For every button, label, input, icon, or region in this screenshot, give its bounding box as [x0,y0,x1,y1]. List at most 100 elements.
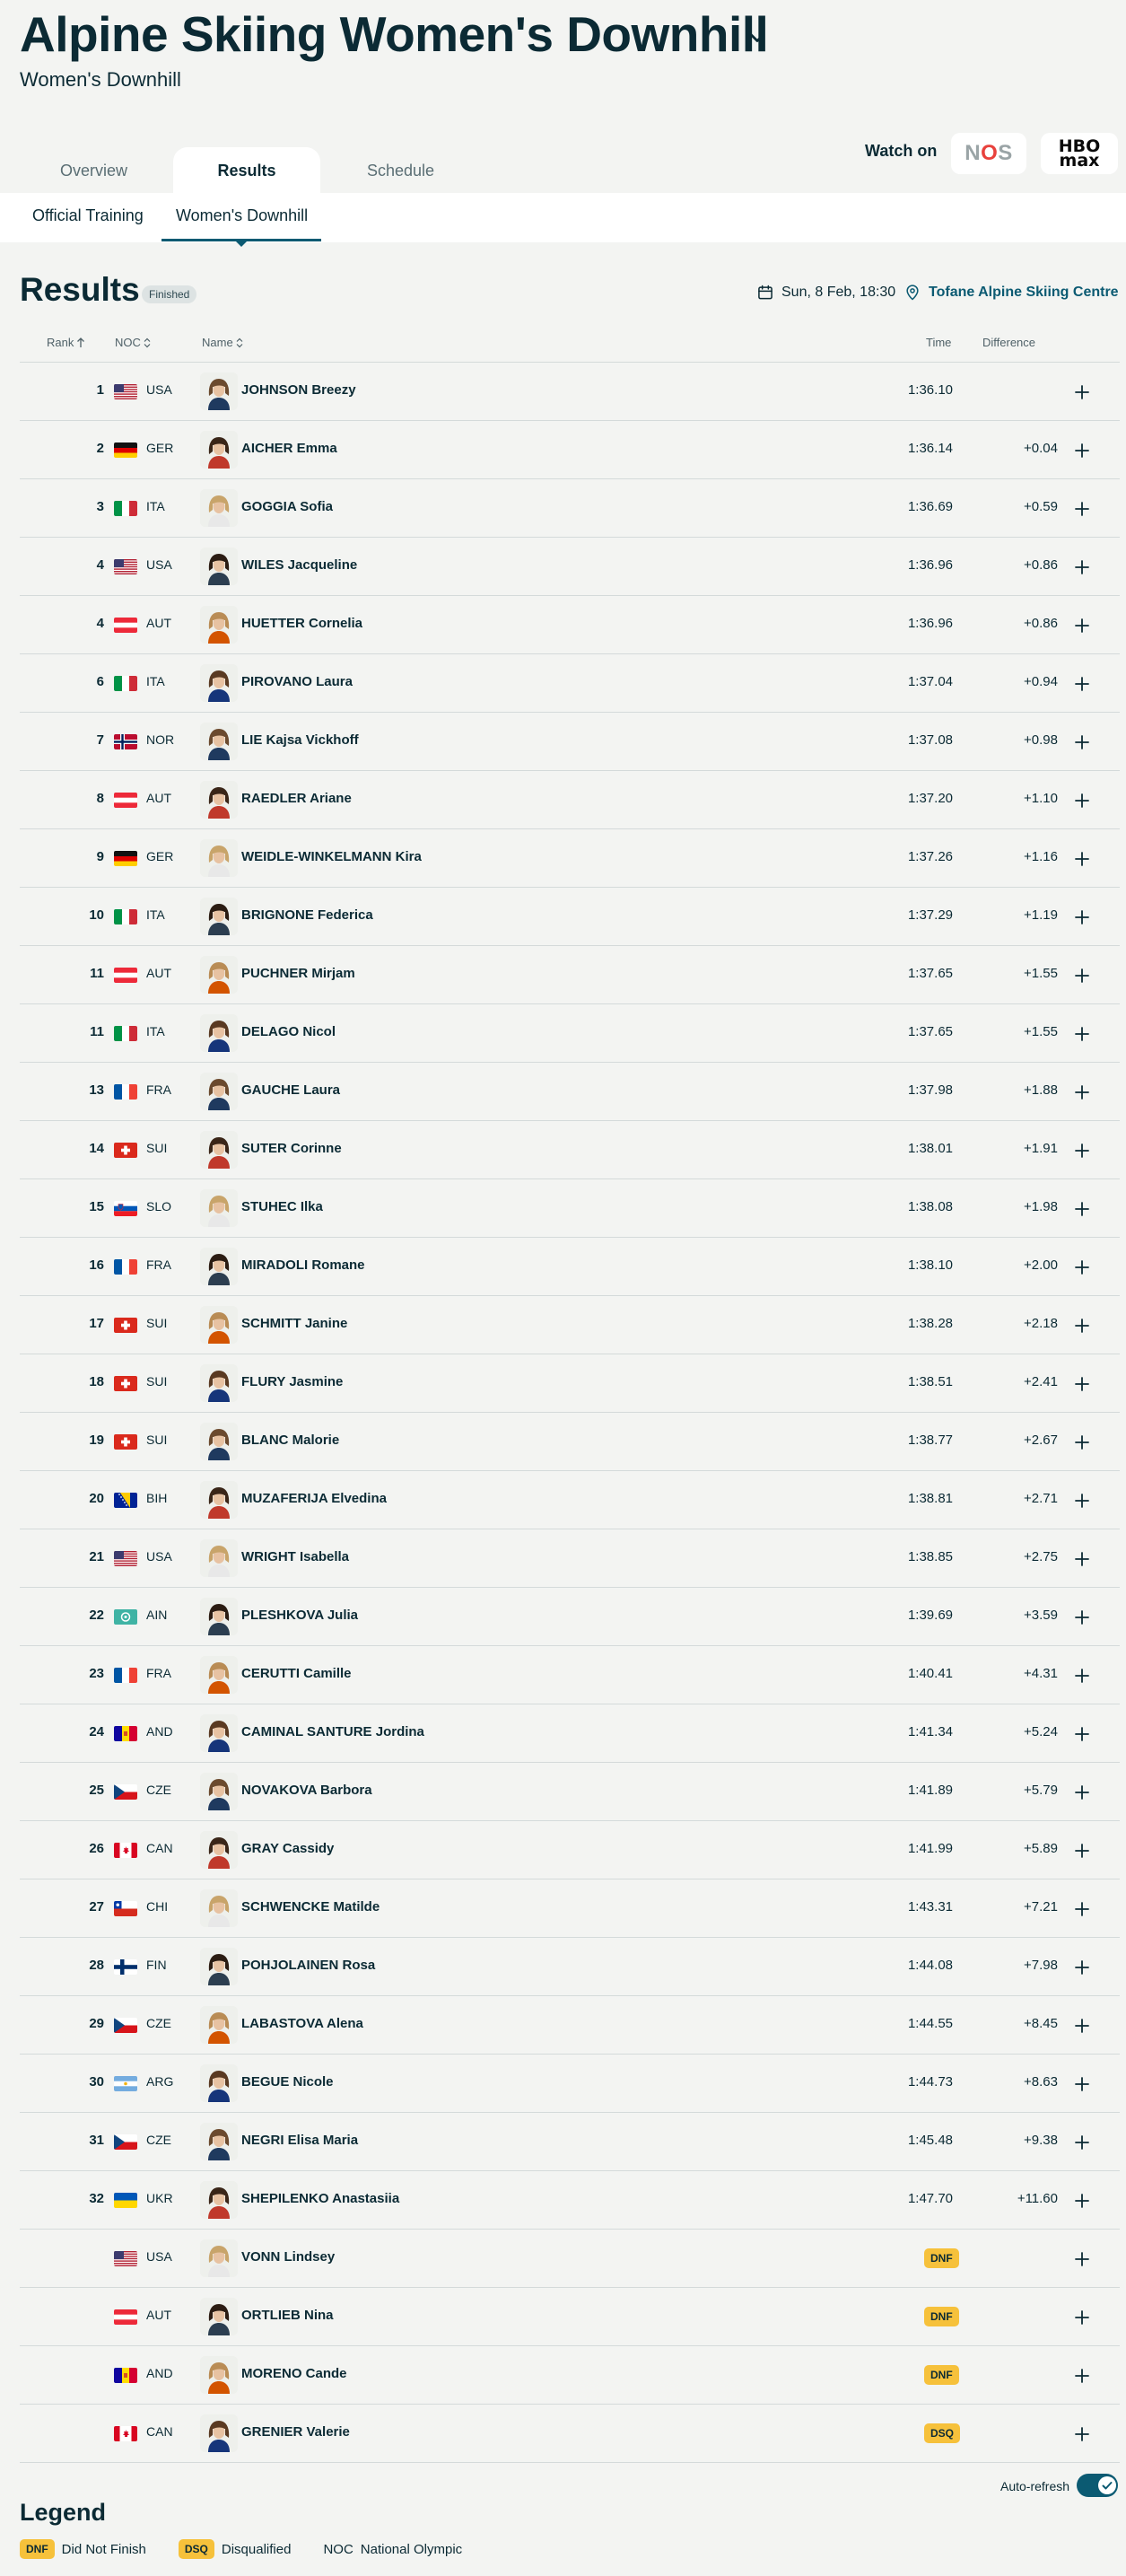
subtab-official-training[interactable]: Official Training [32,206,144,225]
expand-row-button[interactable] [1069,1371,1095,1397]
expand-row-button[interactable] [1069,2072,1095,2097]
athlete-name[interactable]: PLESHKOVA Julia [241,1608,358,1623]
expand-row-button[interactable] [1069,1897,1095,1922]
nos-logo-button[interactable]: NOS [951,133,1026,174]
table-row[interactable]: 11 AUT PUCHNER Mirjam 1:37.65 +1.55 [20,946,1120,1004]
expand-row-button[interactable] [1069,1722,1095,1747]
athlete-name[interactable]: ORTLIEB Nina [241,2308,334,2323]
expand-row-button[interactable] [1069,1488,1095,1513]
table-row[interactable]: 32 UKR SHEPILENKO Anastasiia 1:47.70 +11.60 [20,2171,1120,2230]
athlete-name[interactable]: FLURY Jasmine [241,1374,343,1389]
table-row[interactable]: 9 GER WEIDLE-WINKELMANN Kira 1:37.26 +1.16 [20,829,1120,888]
table-row[interactable]: 29 CZE LABASTOVA Alena 1:44.55 +8.45 [20,1996,1120,2055]
athlete-name[interactable]: CAMINAL SANTURE Jordina [241,1724,424,1739]
athlete-name[interactable]: AICHER Emma [241,441,337,456]
athlete-name[interactable]: GOGGIA Sofia [241,499,333,514]
expand-row-button[interactable] [1069,1138,1095,1163]
table-row[interactable]: CAN GRENIER Valerie DSQ [20,2405,1120,2463]
table-row[interactable]: 28 FIN POHJOLAINEN Rosa 1:44.08 +7.98 [20,1938,1120,1996]
athlete-name[interactable]: DELAGO Nicol [241,1024,336,1039]
expand-row-button[interactable] [1069,1196,1095,1222]
table-row[interactable]: USA VONN Lindsey DNF [20,2230,1120,2288]
athlete-name[interactable]: BRIGNONE Federica [241,907,373,923]
expand-row-button[interactable] [1069,555,1095,580]
athlete-name[interactable]: WILES Jacqueline [241,557,357,573]
table-row[interactable]: 25 CZE NOVAKOVA Barbora 1:41.89 +5.79 [20,1763,1120,1821]
expand-row-button[interactable] [1069,1021,1095,1047]
table-row[interactable]: 8 AUT RAEDLER Ariane 1:37.20 +1.10 [20,771,1120,829]
table-row[interactable]: 22 AIN PLESHKOVA Julia 1:39.69 +3.59 [20,1588,1120,1646]
expand-row-button[interactable] [1069,788,1095,813]
athlete-name[interactable]: STUHEC Ilka [241,1199,323,1214]
column-rank[interactable]: Rank [47,336,85,349]
expand-row-button[interactable] [1069,1838,1095,1863]
table-row[interactable]: 24 AND CAMINAL SANTURE Jordina 1:41.34 +5.24 [20,1704,1120,1763]
athlete-name[interactable]: CERUTTI Camille [241,1666,352,1681]
expand-row-button[interactable] [1069,613,1095,638]
expand-row-button[interactable] [1069,2305,1095,2330]
table-row[interactable]: 18 SUI FLURY Jasmine 1:38.51 +2.41 [20,1354,1120,1413]
table-row[interactable]: 27 CHI SCHWENCKE Matilde 1:43.31 +7.21 [20,1879,1120,1938]
athlete-name[interactable]: POHJOLAINEN Rosa [241,1958,375,1973]
expand-row-button[interactable] [1069,2188,1095,2213]
expand-row-button[interactable] [1069,2130,1095,2155]
expand-row-button[interactable] [1069,2422,1095,2447]
table-row[interactable]: 13 FRA GAUCHE Laura 1:37.98 +1.88 [20,1063,1120,1121]
expand-row-button[interactable] [1069,1780,1095,1805]
table-row[interactable]: 23 FRA CERUTTI Camille 1:40.41 +4.31 [20,1646,1120,1704]
athlete-name[interactable]: NEGRI Elisa Maria [241,2133,358,2148]
table-row[interactable]: 19 SUI BLANC Malorie 1:38.77 +2.67 [20,1413,1120,1471]
table-row[interactable]: 11 ITA DELAGO Nicol 1:37.65 +1.55 [20,1004,1120,1063]
athlete-name[interactable]: SCHWENCKE Matilde [241,1899,380,1914]
column-noc[interactable]: NOC [115,336,151,349]
expand-row-button[interactable] [1069,380,1095,405]
table-row[interactable]: 14 SUI SUTER Corinne 1:38.01 +1.91 [20,1121,1120,1179]
hbo-max-logo-button[interactable]: HBO max [1041,133,1118,174]
expand-row-button[interactable] [1069,846,1095,872]
table-row[interactable]: 3 ITA GOGGIA Sofia 1:36.69 +0.59 [20,479,1120,538]
athlete-name[interactable]: PIROVANO Laura [241,674,353,689]
expand-row-button[interactable] [1069,1313,1095,1338]
tab-schedule[interactable]: Schedule [327,147,475,194]
athlete-name[interactable]: BEGUE Nicole [241,2074,334,2090]
table-row[interactable]: 20 BIH MUZAFERIJA Elvedina 1:38.81 +2.71 [20,1471,1120,1529]
expand-row-button[interactable] [1069,1663,1095,1688]
table-row[interactable]: 17 SUI SCHMITT Janine 1:38.28 +2.18 [20,1296,1120,1354]
chevron-down-icon[interactable] [745,25,770,50]
athlete-name[interactable]: HUETTER Cornelia [241,616,362,631]
expand-row-button[interactable] [1069,963,1095,988]
athlete-name[interactable]: RAEDLER Ariane [241,791,352,806]
athlete-name[interactable]: WRIGHT Isabella [241,1549,349,1564]
expand-row-button[interactable] [1069,1546,1095,1572]
athlete-name[interactable]: SCHMITT Janine [241,1316,347,1331]
athlete-name[interactable]: VONN Lindsey [241,2249,335,2265]
expand-row-button[interactable] [1069,2363,1095,2388]
table-row[interactable]: 26 CAN GRAY Cassidy 1:41.99 +5.89 [20,1821,1120,1879]
athlete-name[interactable]: LABASTOVA Alena [241,2016,363,2031]
tab-overview[interactable]: Overview [20,147,168,194]
table-row[interactable]: 16 FRA MIRADOLI Romane 1:38.10 +2.00 [20,1238,1120,1296]
athlete-name[interactable]: MIRADOLI Romane [241,1257,365,1273]
athlete-name[interactable]: PUCHNER Mirjam [241,966,355,981]
auto-refresh-toggle[interactable] [1077,2474,1118,2497]
event-venue[interactable]: Tofane Alpine Skiing Centre [903,284,1119,302]
expand-row-button[interactable] [1069,1255,1095,1280]
expand-row-button[interactable] [1069,905,1095,930]
expand-row-button[interactable] [1069,1605,1095,1630]
athlete-name[interactable]: GAUCHE Laura [241,1082,340,1098]
athlete-name[interactable]: LIE Kajsa Vickhoff [241,732,359,748]
table-row[interactable]: 1 USA JOHNSON Breezy 1:36.10 [20,363,1120,421]
expand-row-button[interactable] [1069,438,1095,463]
expand-row-button[interactable] [1069,2247,1095,2272]
table-row[interactable]: 30 ARG BEGUE Nicole 1:44.73 +8.63 [20,2055,1120,2113]
expand-row-button[interactable] [1069,1430,1095,1455]
expand-row-button[interactable] [1069,2013,1095,2038]
column-name[interactable]: Name [202,336,243,349]
subtab-womens-downhill[interactable]: Women's Downhill [176,206,308,225]
expand-row-button[interactable] [1069,671,1095,697]
athlete-name[interactable]: GRAY Cassidy [241,1841,334,1856]
table-row[interactable]: 10 ITA BRIGNONE Federica 1:37.29 +1.19 [20,888,1120,946]
athlete-name[interactable]: WEIDLE-WINKELMANN Kira [241,849,422,864]
table-row[interactable]: 7 NOR LIE Kajsa Vickhoff 1:37.08 +0.98 [20,713,1120,771]
athlete-name[interactable]: MORENO Cande [241,2366,347,2381]
